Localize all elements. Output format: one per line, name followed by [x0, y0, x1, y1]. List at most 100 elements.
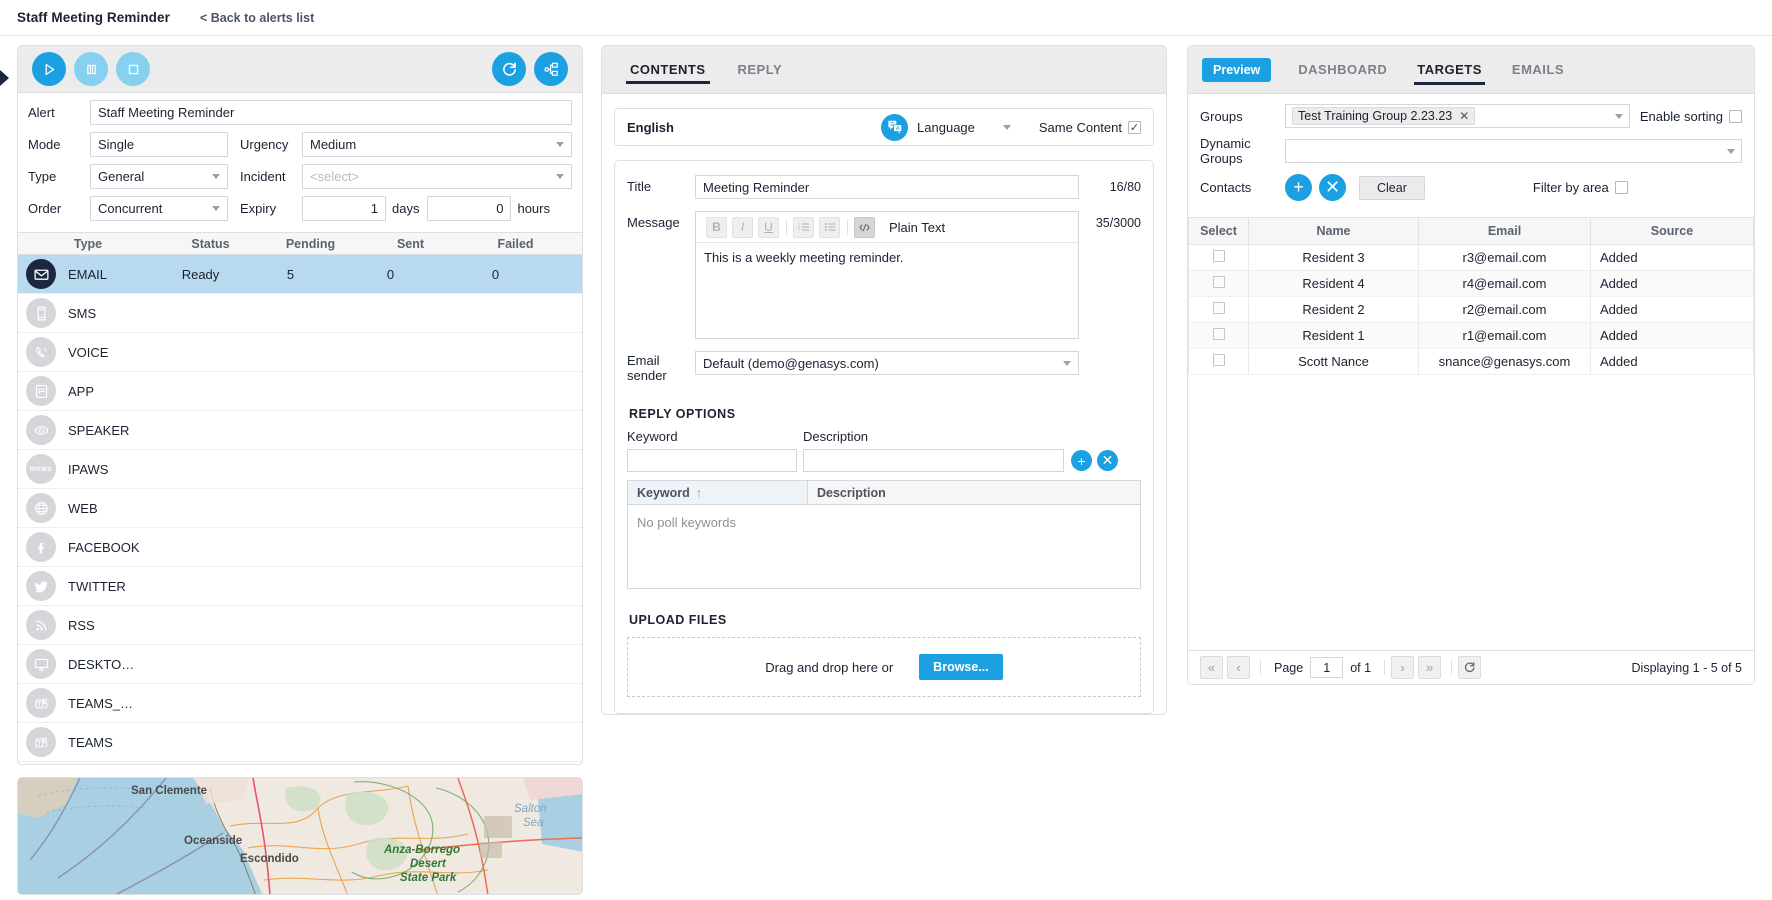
italic-icon[interactable]: I	[732, 216, 753, 238]
column-name[interactable]: Name	[1248, 217, 1419, 245]
clear-button[interactable]: Clear	[1359, 175, 1425, 200]
app-root: Staff Meeting Reminder < Back to alerts …	[0, 0, 1772, 900]
source-code-icon[interactable]	[854, 216, 875, 238]
table-row[interactable]: Resident 4 r4@email.com Added	[1188, 270, 1754, 297]
workflow-icon[interactable]	[534, 52, 568, 86]
column-email[interactable]: Email	[1418, 217, 1591, 245]
table-row[interactable]: Resident 1 r1@email.com Added	[1188, 322, 1754, 349]
title-input[interactable]: Meeting Reminder	[695, 175, 1079, 199]
ordered-list-icon[interactable]: 12	[793, 216, 814, 238]
hours-unit-label: hours	[517, 201, 550, 216]
tab-contents[interactable]: CONTENTS	[626, 46, 710, 93]
unordered-list-icon[interactable]	[819, 216, 840, 238]
row-checkbox[interactable]	[1212, 302, 1225, 314]
refresh-icon[interactable]	[492, 52, 526, 86]
row-select-cell[interactable]	[1188, 244, 1249, 271]
urgency-select[interactable]: Medium	[302, 132, 572, 157]
channel-row-deskto[interactable]: DESKTO…	[18, 645, 582, 684]
last-page-button[interactable]: »	[1418, 656, 1442, 679]
row-email: r3@email.com	[1418, 244, 1591, 271]
remove-contact-button[interactable]: ✕	[1319, 174, 1346, 201]
row-select-cell[interactable]	[1188, 270, 1249, 297]
expiry-hours-input[interactable]: 0	[427, 196, 512, 221]
refresh-icon[interactable]	[1458, 656, 1482, 679]
sms-icon	[26, 298, 56, 328]
type-select[interactable]: General	[90, 164, 228, 189]
order-select[interactable]: Concurrent	[90, 196, 228, 221]
add-keyword-button[interactable]: +	[1071, 450, 1092, 471]
row-checkbox[interactable]	[1212, 276, 1225, 288]
alert-name-input[interactable]: Staff Meeting Reminder	[90, 100, 572, 125]
column-select[interactable]: Select	[1188, 217, 1249, 245]
table-row[interactable]: Resident 2 r2@email.com Added	[1188, 296, 1754, 323]
upload-dropzone[interactable]: Drag and drop here or Browse...	[627, 637, 1141, 697]
channel-row-facebook[interactable]: FACEBOOK	[18, 528, 582, 567]
language-button-label[interactable]: Language	[917, 120, 975, 135]
remove-keyword-button[interactable]: ✕	[1097, 450, 1118, 471]
group-chip[interactable]: Test Training Group 2.23.23 ✕	[1292, 107, 1476, 125]
tab-dashboard[interactable]: DASHBOARD	[1295, 46, 1390, 94]
mode-input[interactable]: Single	[90, 132, 228, 157]
dynamic-groups-select[interactable]	[1285, 139, 1742, 163]
channel-row-twitter[interactable]: TWITTER	[18, 567, 582, 606]
description-input[interactable]	[803, 449, 1064, 472]
stop-icon[interactable]	[116, 52, 150, 86]
prev-page-button[interactable]: ‹	[1227, 656, 1250, 679]
grid-column-keyword[interactable]: Keyword ↑	[628, 481, 808, 504]
channel-row-ipaws[interactable]: IPAWS IPAWS	[18, 450, 582, 489]
grid-column-description[interactable]: Description	[808, 486, 886, 500]
channel-row-voice[interactable]: VOICE	[18, 333, 582, 372]
incident-select[interactable]: <select>	[302, 164, 572, 189]
underline-icon[interactable]: U	[758, 216, 779, 238]
column-source[interactable]: Source	[1590, 217, 1754, 245]
svg-text:1: 1	[798, 222, 800, 226]
row-select-cell[interactable]	[1188, 322, 1249, 349]
filter-by-area-checkbox[interactable]	[1614, 181, 1628, 194]
filter-by-area-toggle[interactable]: Filter by area	[1533, 180, 1628, 195]
email-sender-select[interactable]: Default (demo@genasys.com)	[695, 351, 1079, 375]
first-page-button[interactable]: «	[1200, 656, 1223, 679]
same-content-checkbox[interactable]: ✓	[1128, 120, 1141, 134]
message-body[interactable]: This is a weekly meeting reminder.	[696, 243, 1078, 338]
channel-row-teams[interactable]: TEAMS_…	[18, 684, 582, 723]
pause-icon[interactable]	[74, 52, 108, 86]
bold-icon[interactable]: B	[706, 216, 727, 238]
enable-sorting-toggle[interactable]: Enable sorting	[1640, 109, 1742, 124]
close-icon[interactable]: ✕	[1459, 109, 1469, 123]
sidebar-expand-arrow-icon[interactable]	[0, 70, 9, 86]
map-preview[interactable]: San Clemente Oceanside Escondido Anza-Bo…	[17, 777, 583, 895]
channel-row-web[interactable]: WEB	[18, 489, 582, 528]
table-row[interactable]: Resident 3 r3@email.com Added	[1188, 244, 1754, 271]
channel-row-email[interactable]: EMAIL Ready 5 0 0	[18, 255, 582, 294]
same-content-toggle[interactable]: Same Content ✓	[1039, 120, 1141, 135]
row-checkbox[interactable]	[1212, 250, 1225, 262]
play-icon[interactable]	[32, 52, 66, 86]
table-row[interactable]: Scott Nance snance@genasys.com Added	[1188, 348, 1754, 375]
browse-button[interactable]: Browse...	[919, 654, 1003, 680]
row-select-cell[interactable]	[1188, 348, 1249, 375]
groups-select[interactable]: Test Training Group 2.23.23 ✕	[1285, 104, 1630, 128]
urgency-label: Urgency	[240, 137, 289, 152]
back-to-alerts-link[interactable]: < Back to alerts list	[200, 11, 314, 25]
keyword-input[interactable]	[627, 449, 797, 472]
channel-row-rss[interactable]: RSS	[18, 606, 582, 645]
tab-emails[interactable]: EMAILS	[1509, 46, 1567, 94]
enable-sorting-checkbox[interactable]	[1729, 109, 1742, 123]
row-checkbox[interactable]	[1212, 354, 1225, 366]
row-select-cell[interactable]	[1188, 296, 1249, 323]
next-page-button[interactable]: ›	[1391, 656, 1415, 679]
email-icon	[26, 259, 56, 289]
channel-row-teams[interactable]: TEAMS	[18, 723, 582, 762]
tab-preview[interactable]: Preview	[1202, 57, 1272, 82]
add-contact-button[interactable]: +	[1285, 174, 1312, 201]
tab-targets[interactable]: TARGETS	[1414, 46, 1485, 94]
channel-row-app[interactable]: APP	[18, 372, 582, 411]
page-number-input[interactable]: 1	[1310, 657, 1344, 678]
channel-row-sms[interactable]: SMS	[18, 294, 582, 333]
translate-icon[interactable]: 文 A	[881, 113, 909, 141]
expiry-days-input[interactable]: 1	[302, 196, 386, 221]
tab-reply[interactable]: REPLY	[734, 46, 787, 93]
channel-row-speaker[interactable]: SPEAKER	[18, 411, 582, 450]
row-checkbox[interactable]	[1212, 328, 1225, 340]
chevron-down-icon[interactable]	[1002, 124, 1011, 130]
